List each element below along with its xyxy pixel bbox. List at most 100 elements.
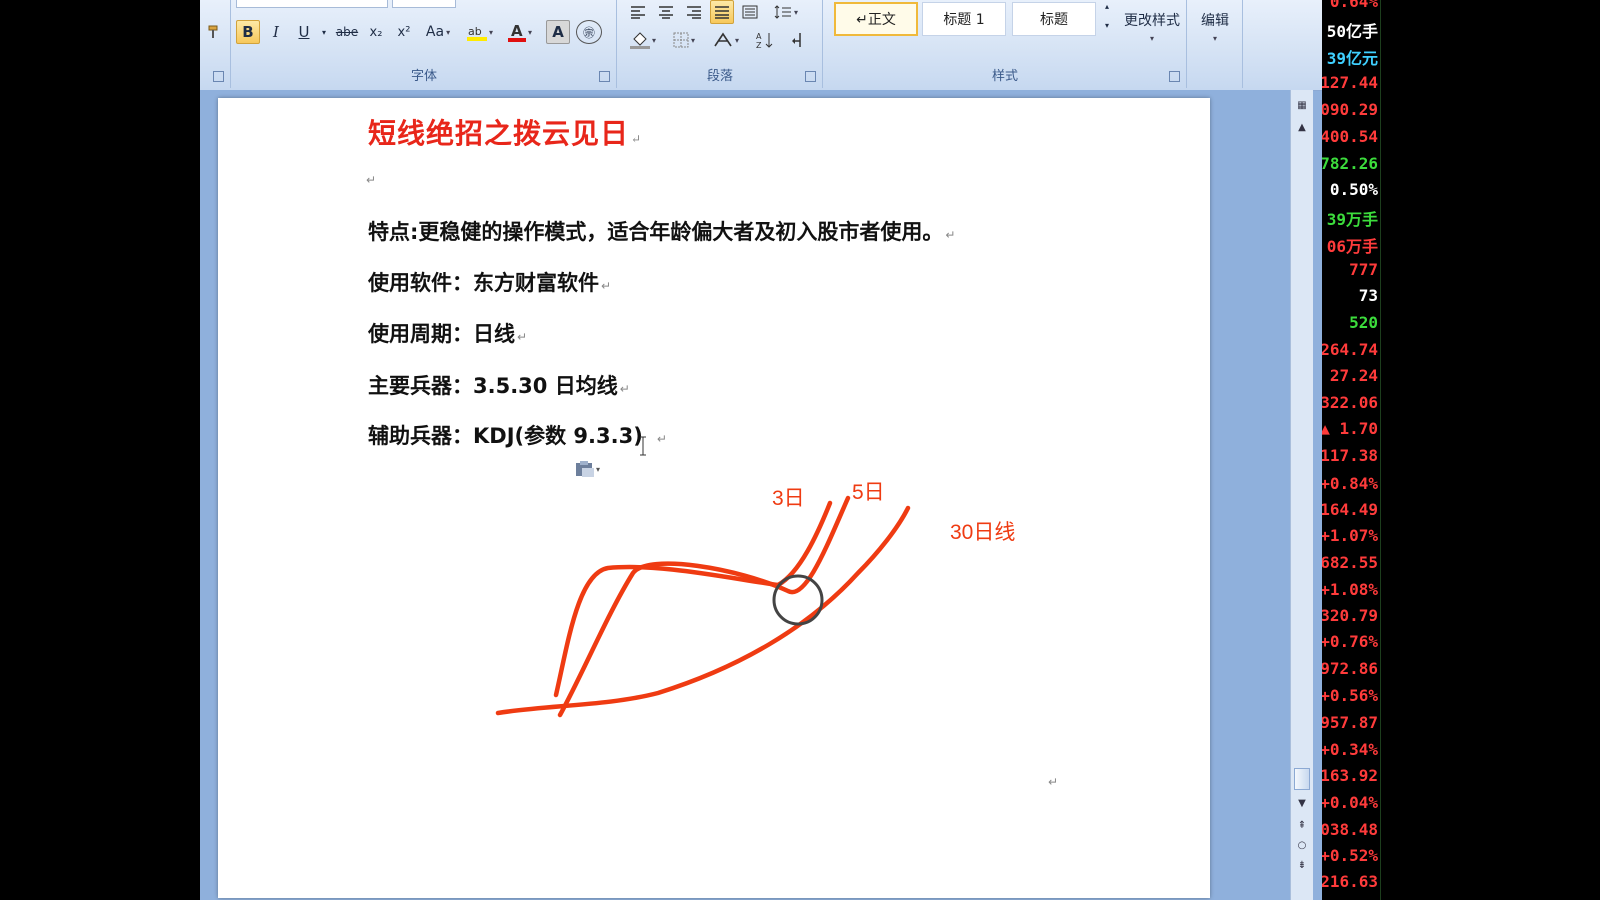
chinese-layout-icon[interactable]: ▾ <box>706 28 746 52</box>
ticker-value: 164.49 <box>1322 500 1378 519</box>
styles-launcher-icon[interactable] <box>1169 71 1180 82</box>
ticker-value: +1.07% <box>1322 526 1378 545</box>
end-paragraph-mark: ↵ <box>1048 775 1059 789</box>
ticker-value: 777 <box>1349 260 1378 279</box>
ticker-value: 520 <box>1349 313 1378 332</box>
next-page-icon[interactable]: ⇟ <box>1294 858 1310 874</box>
change-styles-label: 更改样式 <box>1124 12 1180 29</box>
ticker-value: +0.52% <box>1322 846 1378 865</box>
clipboard-launcher-icon[interactable] <box>213 71 224 82</box>
paragraph-mark: ↵ <box>619 382 630 396</box>
shading-icon[interactable]: ▾ <box>624 28 662 52</box>
document-page[interactable]: 短线绝招之拨云见日 ↵ ↵ 特点:更稳健的操作模式，适合年龄偏大者及初入股市者使用… <box>218 98 1210 898</box>
format-painter-icon[interactable] <box>202 20 226 44</box>
scroll-down-icon[interactable]: ▼ <box>1294 796 1310 812</box>
align-center-icon[interactable] <box>654 0 678 24</box>
title-text: 短线绝招之拨云见日 <box>368 117 630 150</box>
software-line: 使用软件：东方财富软件 ↵ <box>368 267 611 297</box>
main-weapon-text: 主要兵器：3.5.30 日均线 <box>368 374 618 398</box>
ticker-value: 27.24 <box>1329 366 1378 385</box>
change-case-button[interactable]: Aa ▾ <box>420 20 456 44</box>
ruler-toggle-icon[interactable]: ▦ <box>1294 98 1310 114</box>
subscript-button[interactable]: x₂ <box>364 20 388 44</box>
paragraph-mark: ↵ <box>631 132 643 146</box>
label-5day: 5日 <box>852 481 885 504</box>
paragraph-launcher-icon[interactable] <box>805 71 816 82</box>
superscript-button[interactable]: x² <box>392 20 416 44</box>
ticker-value: 782.26 <box>1322 154 1378 173</box>
paragraph-group-label: 段落 <box>706 69 733 84</box>
ticker-value: 73 <box>1358 286 1378 305</box>
ticker-value: 06万手 <box>1326 237 1378 256</box>
font-color-button[interactable]: A ▾ <box>502 20 538 44</box>
line-spacing-icon[interactable]: ▾ <box>768 0 804 24</box>
ticker-value: 320.79 <box>1322 606 1378 625</box>
ticker-value: 163.92 <box>1322 766 1378 785</box>
ticker-value: 682.55 <box>1322 553 1378 572</box>
borders-icon[interactable]: ▾ <box>666 28 702 52</box>
ticker-value: +0.84% <box>1322 474 1378 493</box>
period-line: 使用周期：日线 ↵ <box>368 318 527 348</box>
ticker-value: +0.76% <box>1322 632 1378 651</box>
clipboard-group <box>200 0 231 88</box>
feature-text: 特点:更稳健的操作模式，适合年龄偏大者及初入股市者使用。 <box>368 220 944 244</box>
character-shading-button[interactable]: A <box>546 20 570 44</box>
italic-button[interactable]: I <box>264 20 288 44</box>
font-group-label: 字体 <box>410 69 437 84</box>
document-title: 短线绝招之拨云见日 ↵ <box>368 112 642 152</box>
paragraph-mark: ↵ <box>656 432 667 446</box>
paragraph-group: ▾ ▾ ▾ ▾ AZ 段落 <box>618 0 823 88</box>
aux-weapon-line: 辅助兵器：KDJ(参数 9.3.3) ↵ <box>368 420 667 450</box>
previous-page-icon[interactable]: ⇞ <box>1294 818 1310 834</box>
ticker-value: 038.48 <box>1322 820 1378 839</box>
feature-line: 特点:更稳健的操作模式，适合年龄偏大者及初入股市者使用。 ↵ <box>368 216 955 246</box>
align-right-icon[interactable] <box>682 0 706 24</box>
ticker-value: 957.87 <box>1322 713 1378 732</box>
bold-button[interactable]: B <box>236 20 260 44</box>
styles-scroll-up-icon[interactable]: ▴ <box>1100 0 1114 12</box>
change-case-label: Aa <box>425 24 445 40</box>
font-launcher-icon[interactable] <box>599 71 610 82</box>
ticker-value: 322.06 <box>1322 393 1378 412</box>
text-cursor-icon <box>640 436 646 456</box>
font-name-combo[interactable] <box>236 0 388 8</box>
underline-button[interactable]: U <box>292 20 316 44</box>
browse-object-icon[interactable]: ○ <box>1294 838 1310 854</box>
font-size-combo[interactable] <box>392 0 456 8</box>
ticker-value: 0.50% <box>1329 180 1378 199</box>
ma3-line <box>553 500 833 698</box>
svg-text:Z: Z <box>756 41 762 49</box>
style-normal[interactable]: ↵正文 <box>834 2 918 36</box>
ticker-value: 50亿手 <box>1326 22 1378 41</box>
editing-button[interactable]: 编辑 ▾ <box>1190 4 1240 48</box>
highlight-button[interactable]: ab ▾ <box>462 20 498 44</box>
style-heading-1[interactable]: 标题 1 <box>922 2 1006 36</box>
ticker-value: 39亿元 <box>1326 49 1378 68</box>
show-marks-icon[interactable] <box>784 28 810 52</box>
label-30day: 30日线 <box>950 521 1015 544</box>
editing-group: 编辑 ▾ <box>1188 0 1243 88</box>
document-area: 短线绝招之拨云见日 ↵ ↵ 特点:更稳健的操作模式，适合年龄偏大者及初入股市者使用… <box>200 90 1290 900</box>
underline-dropdown-icon[interactable]: ▾ <box>318 20 330 44</box>
styles-more-icon[interactable]: ▾ <box>1100 18 1114 32</box>
scroll-thumb[interactable] <box>1294 768 1310 790</box>
style-title[interactable]: 标题 <box>1012 2 1096 36</box>
change-styles-button[interactable]: 更改样式 ▾ <box>1120 4 1184 48</box>
justify-icon[interactable] <box>710 0 734 24</box>
ticker-value: +0.56% <box>1322 686 1378 705</box>
scroll-up-icon[interactable]: ▲ <box>1294 120 1310 136</box>
ticker-value: 972.86 <box>1322 659 1378 678</box>
strikethrough-button[interactable]: abe <box>334 20 360 44</box>
sort-icon[interactable]: AZ <box>752 28 778 52</box>
stock-ticker-side-column <box>1380 0 1403 900</box>
align-left-icon[interactable] <box>626 0 650 24</box>
font-color-icon: A <box>507 22 526 42</box>
ma-sketch: 3日 5日 30日线 <box>495 481 1015 718</box>
distributed-icon[interactable] <box>738 0 762 24</box>
ticker-value: 400.54 <box>1322 127 1378 146</box>
svg-text:A: A <box>511 22 523 40</box>
ticker-value: +1.08% <box>1322 580 1378 599</box>
software-text: 使用软件：东方财富软件 <box>368 271 599 295</box>
enclose-characters-button[interactable]: ㊪ <box>576 20 602 44</box>
vertical-scrollbar[interactable]: ▦ ▲ ▼ ⇞ ○ ⇟ <box>1290 90 1313 900</box>
